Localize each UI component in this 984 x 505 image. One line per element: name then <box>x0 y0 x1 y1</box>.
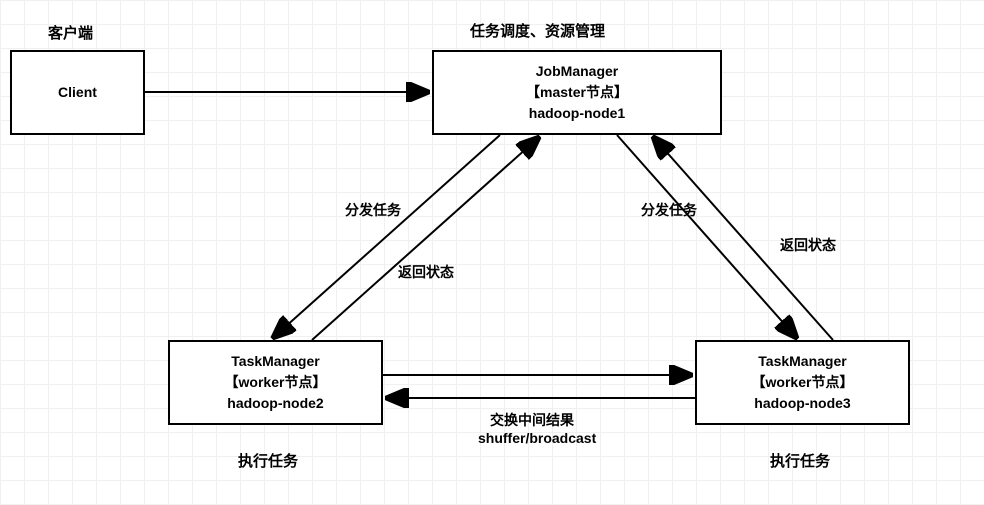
node-jobmanager-line1: JobManager <box>536 61 618 82</box>
node-task2: TaskManager 【worker节点】 hadoop-node2 <box>168 340 383 425</box>
node-jobmanager-line3: hadoop-node1 <box>529 103 625 124</box>
node-client: Client <box>10 50 145 135</box>
node-task3: TaskManager 【worker节点】 hadoop-node3 <box>695 340 910 425</box>
caption-client: 客户端 <box>48 22 93 43</box>
node-task3-line2: 【worker节点】 <box>752 372 854 393</box>
node-task2-line1: TaskManager <box>231 351 319 372</box>
label-dispatch-right: 分发任务 <box>641 200 697 220</box>
label-exchange-l1: 交换中间结果 <box>490 410 574 430</box>
node-task2-line3: hadoop-node2 <box>227 393 323 414</box>
label-dispatch-left: 分发任务 <box>345 200 401 220</box>
caption-exec-left: 执行任务 <box>238 450 298 471</box>
node-task3-line1: TaskManager <box>758 351 846 372</box>
label-return-left: 返回状态 <box>398 262 454 282</box>
node-task2-line2: 【worker节点】 <box>225 372 327 393</box>
caption-master: 任务调度、资源管理 <box>470 20 605 41</box>
node-task3-line3: hadoop-node3 <box>754 393 850 414</box>
node-client-line1: Client <box>58 82 97 103</box>
label-return-right: 返回状态 <box>780 235 836 255</box>
caption-exec-right: 执行任务 <box>770 450 830 471</box>
node-jobmanager-line2: 【master节点】 <box>526 82 628 103</box>
label-exchange-l2: shuffer/broadcast <box>478 430 596 446</box>
node-jobmanager: JobManager 【master节点】 hadoop-node1 <box>432 50 722 135</box>
